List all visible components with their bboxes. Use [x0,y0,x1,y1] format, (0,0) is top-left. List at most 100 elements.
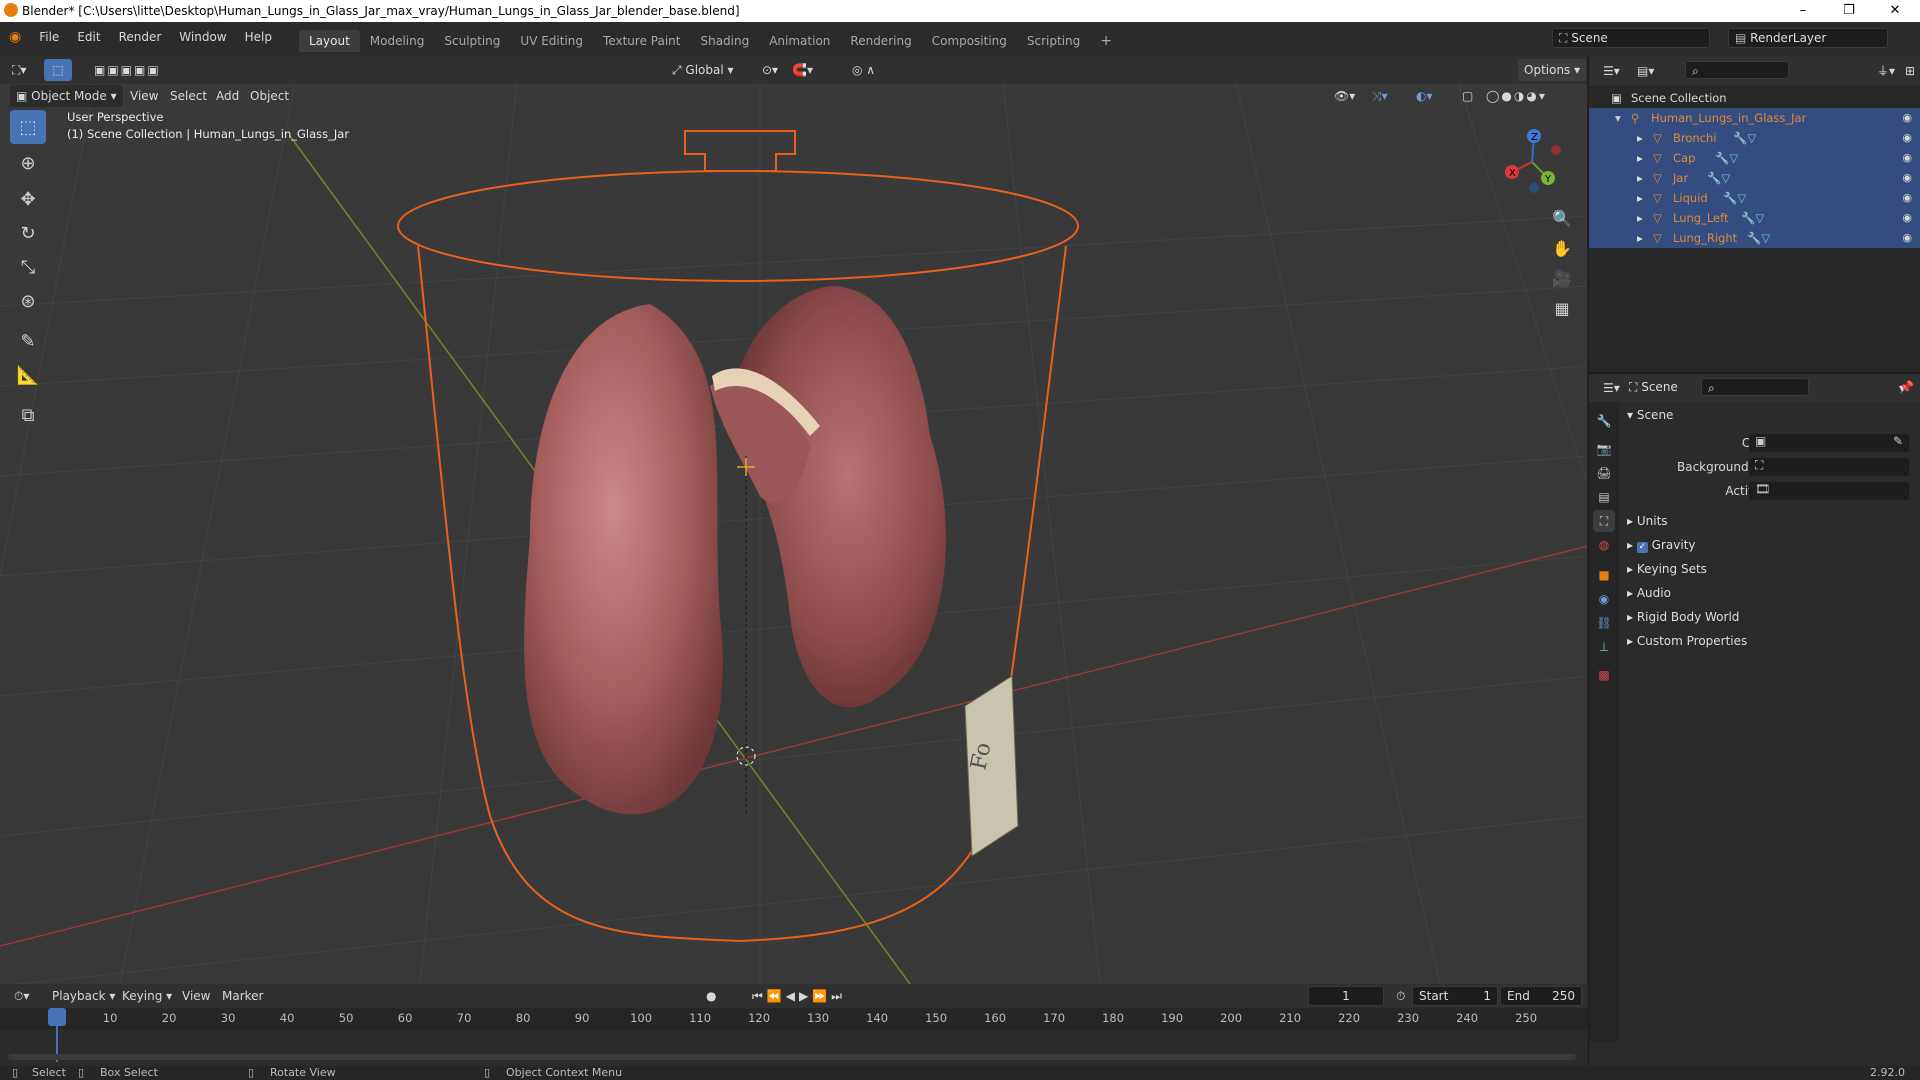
record-icon[interactable]: ● [700,985,722,1007]
minimize-button[interactable]: – [1780,0,1826,22]
transform-orientation-dropdown[interactable]: ⤢ Global ▾ [666,59,740,81]
tab-modeling[interactable]: Modeling [360,30,435,52]
menu-file[interactable]: File [30,22,68,56]
gizmo-toggle-icon[interactable]: ⤨▾ [1366,85,1394,107]
eye-icon[interactable]: ◉ [1902,128,1912,148]
playhead-marker[interactable] [48,1008,66,1026]
scene-selector[interactable]: ⛶ Scene [1552,28,1710,48]
eye-icon[interactable]: ◉ [1902,168,1912,188]
tool-tab-icon[interactable]: 🔧 [1593,410,1615,432]
playback-menu[interactable]: Playback ▾ [46,985,121,1007]
eye-icon[interactable]: ◉ [1902,108,1912,128]
pivot-icon[interactable]: ⊙▾ [756,59,784,81]
scene-panel-header[interactable]: ▾ Scene [1627,408,1673,422]
tab-shading[interactable]: Shading [690,30,759,52]
menu-edit[interactable]: Edit [68,22,109,56]
scene-tab-icon[interactable]: ⛶ [1593,510,1615,532]
select-tool-icon[interactable]: ⬚ [44,59,72,81]
constraints-tab-icon[interactable]: ⛓ [1593,612,1615,634]
menu-help[interactable]: Help [236,22,281,56]
physics-tab-icon[interactable]: ◉ [1593,588,1615,610]
xray-icon[interactable]: ▢ [1456,85,1479,107]
tab-scripting[interactable]: Scripting [1017,30,1090,52]
camera-view-icon[interactable]: 🎥 [1548,264,1576,292]
close-button[interactable]: ✕ [1872,0,1918,22]
outliner-row-collection[interactable]: ▾ ⚲ Human_Lungs_in_Glass_Jar ◉ [1589,108,1920,128]
rigid-body-world-panel[interactable]: ▸ Rigid Body World [1627,610,1739,624]
mode-dropdown[interactable]: ▣ Object Mode ▾ [10,85,123,107]
pan-hand-icon[interactable]: ✋ [1548,234,1576,262]
gravity-checkbox[interactable]: ✓ [1636,542,1648,553]
keying-menu[interactable]: Keying ▾ [116,985,178,1007]
visibility-icon[interactable]: 👁▾ [1328,85,1361,107]
outliner-editor-icon[interactable]: ☰▾ [1597,60,1626,82]
texture-tab-icon[interactable]: ▩ [1593,664,1615,686]
display-mode-icon[interactable]: ▤▾ [1631,60,1660,82]
outliner-row-lung-right[interactable]: ▸ ▽ Lung_Right 🔧▽ ◉ [1589,228,1920,248]
tab-rendering[interactable]: Rendering [840,30,921,52]
playback-controls-icons[interactable]: ⏮⏪◀▶⏩⏭ [746,985,852,1007]
overlays-icon[interactable]: ◐▾ [1410,85,1439,107]
menu-render[interactable]: Render [110,22,171,56]
object-tab-icon[interactable]: ■ [1593,564,1615,586]
tab-sculpting[interactable]: Sculpting [434,30,510,52]
outliner-row-bronchi[interactable]: ▸ ▽ Bronchi 🔧▽ ◉ [1589,128,1920,148]
select-menu[interactable]: Select [164,85,213,107]
navigation-gizmo[interactable]: Y X Z [1490,114,1574,198]
proportional-edit-icon[interactable]: ◎ ∧ [846,59,881,81]
timeline-editor-icon[interactable]: ⏱▾ [8,985,35,1007]
eye-icon[interactable]: ◉ [1902,208,1912,228]
scale-tool[interactable]: ⤡ [10,250,46,284]
units-panel[interactable]: ▸ Units [1627,514,1668,528]
select-box-tool[interactable]: ⬚ [10,110,46,144]
render-tab-icon[interactable]: 📷 [1593,438,1615,460]
rotate-tool[interactable]: ↻ [10,216,46,250]
menu-window[interactable]: Window [170,22,235,56]
outliner-row-lung-left[interactable]: ▸ ▽ Lung_Left 🔧▽ ◉ [1589,208,1920,228]
outliner-search-input[interactable]: ⌕ [1685,61,1789,79]
view-menu[interactable]: View [176,985,216,1007]
view-menu[interactable]: View [124,85,164,107]
transform-tool[interactable]: ⊛ [10,284,46,318]
move-tool[interactable]: ✥ [10,182,46,216]
tab-texture-paint[interactable]: Texture Paint [593,30,690,52]
start-frame-field[interactable]: Start 1 [1412,986,1498,1006]
editor-type-icon[interactable]: ⛶▾ [6,59,32,81]
filter-icon[interactable]: ⏚▾ [1871,60,1901,82]
outliner-row-jar[interactable]: ▸ ▽ Jar 🔧▽ ◉ [1589,168,1920,188]
output-tab-icon[interactable]: 🖨 [1593,462,1615,484]
background-scene-field[interactable]: ⛶ [1749,458,1909,476]
zoom-icon[interactable]: 🔍 [1548,204,1576,232]
eye-icon[interactable]: ◉ [1902,188,1912,208]
eye-icon[interactable]: ◉ [1902,148,1912,168]
render-layer-selector[interactable]: ▤ RenderLayer [1728,28,1888,48]
timeline-scrollbar[interactable] [8,1054,1576,1060]
snap-icon[interactable]: 🧲▾ [786,59,819,81]
maximize-button[interactable]: ❐ [1826,0,1872,22]
tab-compositing[interactable]: Compositing [922,30,1017,52]
outliner-row-liquid[interactable]: ▸ ▽ Liquid 🔧▽ ◉ [1589,188,1920,208]
end-frame-field[interactable]: End 250 [1500,986,1582,1006]
keying-sets-panel[interactable]: ▸ Keying Sets [1627,562,1707,576]
audio-panel[interactable]: ▸ Audio [1627,586,1671,600]
measure-tool[interactable]: 📐 [10,358,46,392]
active-clip-field[interactable]: 🎞 [1749,482,1909,500]
blender-menu-icon[interactable]: ◉ [0,22,30,56]
stopwatch-icon[interactable]: ⏱ [1390,985,1411,1007]
selection-mode-icons[interactable]: ▣▣▣▣▣ [88,59,167,81]
tab-animation[interactable]: Animation [759,30,840,52]
annotate-tool[interactable]: ✎ [10,324,46,358]
custom-properties-panel[interactable]: ▸ Custom Properties [1627,634,1747,648]
properties-editor-icon[interactable]: ☰▾ [1597,377,1626,399]
tab-uv-editing[interactable]: UV Editing [510,30,593,52]
add-cube-tool[interactable]: ⧉ [10,398,46,432]
options-button[interactable]: Options ▾ [1518,59,1587,81]
new-collection-icon[interactable]: ⊞ [1899,60,1920,82]
outliner-row-scene-collection[interactable]: ▣ Scene Collection [1589,88,1920,108]
add-workspace-button[interactable]: + [1090,30,1122,52]
outliner-row-cap[interactable]: ▸ ▽ Cap 🔧▽ ◉ [1589,148,1920,168]
3d-viewport[interactable]: Fo ⛶▾ ⬚ ▣▣▣▣▣ ⤢ Global ▾ ⊙▾ 🧲▾ ◎ ∧ Optio… [0,56,1588,984]
object-menu[interactable]: Object [244,85,295,107]
camera-field[interactable]: ▣ ✎ [1749,434,1909,452]
cursor-tool[interactable]: ⊕ [10,146,46,180]
